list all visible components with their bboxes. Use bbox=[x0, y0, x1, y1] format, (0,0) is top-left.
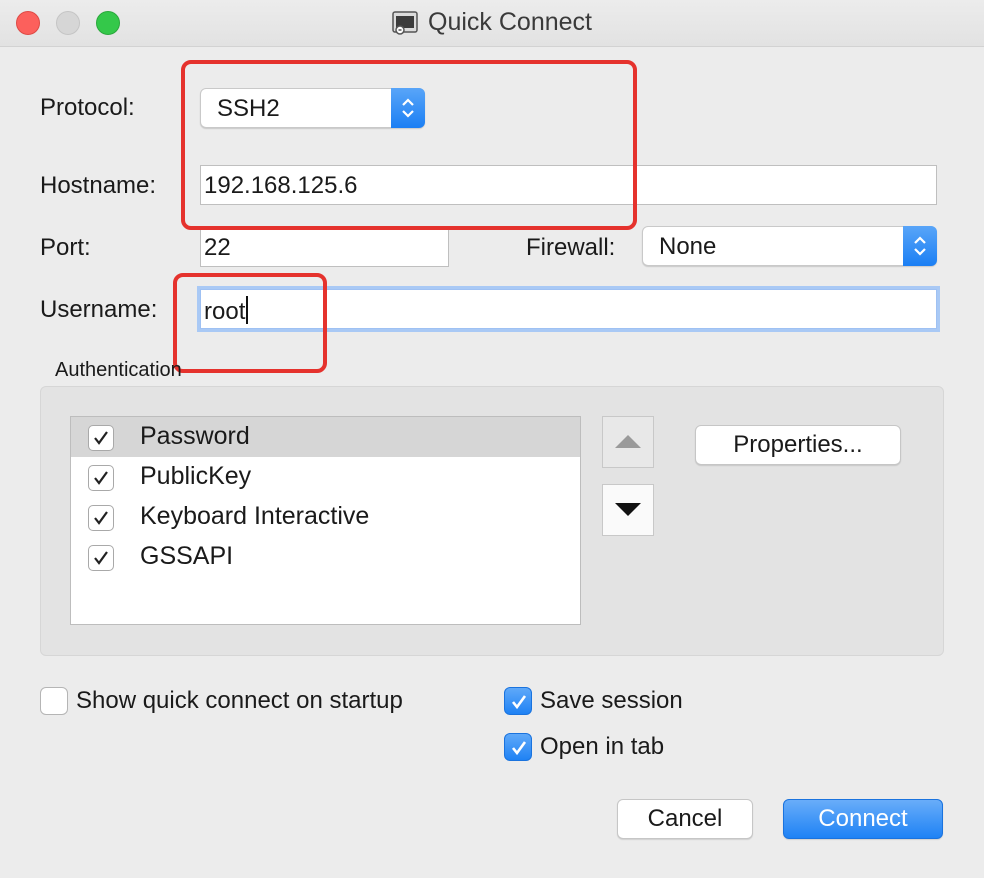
auth-methods-list[interactable]: Password PublicKey Keyboard Interactive … bbox=[70, 416, 581, 625]
triangle-up-icon bbox=[615, 435, 641, 448]
gssapi-checkbox[interactable] bbox=[88, 545, 114, 571]
list-item[interactable]: PublicKey bbox=[71, 457, 580, 497]
show-on-startup-label: Show quick connect on startup bbox=[76, 687, 403, 714]
auth-method-label: Keyboard Interactive bbox=[140, 502, 370, 530]
triangle-down-icon bbox=[615, 503, 641, 516]
annotation-box-username bbox=[173, 273, 327, 373]
publickey-checkbox[interactable] bbox=[88, 465, 114, 491]
terminal-app-icon bbox=[392, 10, 418, 36]
properties-button[interactable]: Properties... bbox=[695, 425, 901, 465]
auth-method-label: GSSAPI bbox=[140, 542, 234, 570]
annotation-box-protocol-hostname bbox=[181, 60, 637, 230]
firewall-value: None bbox=[659, 233, 717, 260]
protocol-label: Protocol: bbox=[40, 94, 135, 121]
hostname-label: Hostname: bbox=[40, 172, 157, 199]
keyboard-interactive-checkbox[interactable] bbox=[88, 505, 114, 531]
open-in-tab-label: Open in tab bbox=[540, 733, 665, 760]
cancel-button[interactable]: Cancel bbox=[617, 799, 753, 839]
username-label: Username: bbox=[40, 296, 158, 323]
port-label: Port: bbox=[40, 234, 91, 261]
firewall-select[interactable]: None bbox=[642, 226, 937, 266]
title-bar: Quick Connect bbox=[0, 0, 984, 47]
firewall-label: Firewall: bbox=[526, 234, 616, 261]
open-in-tab-checkbox[interactable] bbox=[504, 733, 532, 761]
move-down-button[interactable] bbox=[602, 484, 654, 536]
up-down-chevron-icon bbox=[903, 226, 937, 266]
auth-method-label: PublicKey bbox=[140, 462, 252, 490]
window-title: Quick Connect bbox=[428, 8, 592, 36]
port-field[interactable]: 22 bbox=[200, 227, 449, 267]
authentication-title: Authentication bbox=[55, 359, 182, 381]
move-up-button[interactable] bbox=[602, 416, 654, 468]
list-item[interactable]: Password bbox=[71, 417, 580, 457]
list-item[interactable]: GSSAPI bbox=[71, 537, 580, 577]
port-value: 22 bbox=[204, 234, 231, 261]
password-checkbox[interactable] bbox=[88, 425, 114, 451]
show-on-startup-checkbox[interactable] bbox=[40, 687, 68, 715]
connect-button[interactable]: Connect bbox=[783, 799, 943, 839]
save-session-checkbox[interactable] bbox=[504, 687, 532, 715]
auth-method-label: Password bbox=[140, 422, 250, 450]
list-item[interactable]: Keyboard Interactive bbox=[71, 497, 580, 537]
save-session-label: Save session bbox=[540, 687, 683, 714]
